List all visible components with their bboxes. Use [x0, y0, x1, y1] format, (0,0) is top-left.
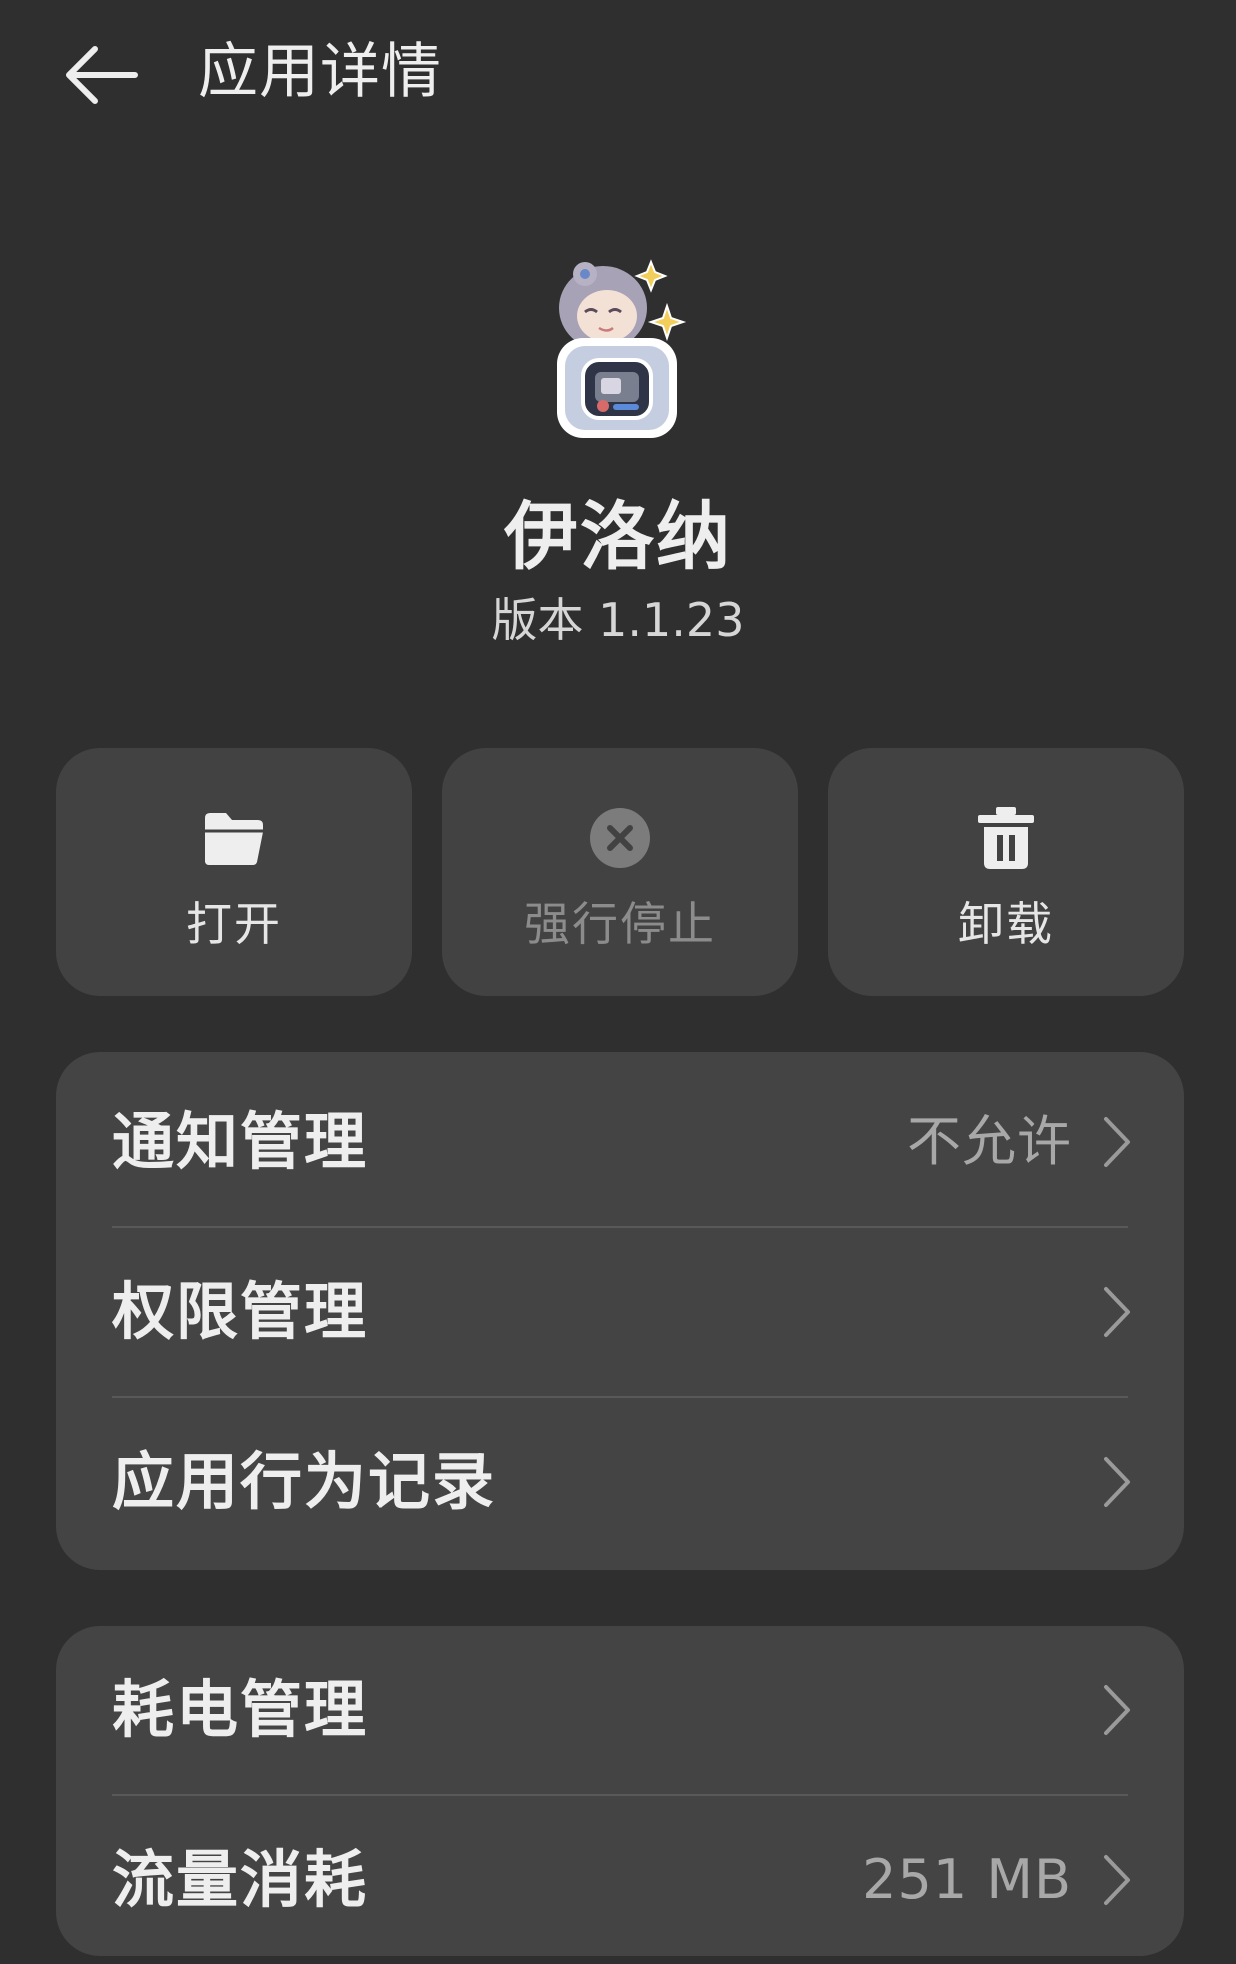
- chevron-right-icon: [1104, 1117, 1130, 1167]
- trash-icon: [966, 798, 1046, 878]
- settings-card-usage: 耗电管理 流量消耗 251 MB: [56, 1626, 1184, 1956]
- folder-open-icon: [194, 798, 274, 878]
- chevron-right-icon: [1104, 1457, 1130, 1507]
- open-button-label: 打开: [186, 897, 282, 951]
- app-icon: [543, 250, 693, 440]
- action-buttons: 打开 强行停止 卸载: [56, 748, 1184, 996]
- app-name: 伊洛纳: [504, 494, 732, 580]
- power-management-row[interactable]: 耗电管理: [56, 1626, 1184, 1794]
- app-version: 版本 1.1.23: [491, 593, 745, 647]
- back-button[interactable]: [52, 30, 148, 120]
- page-title: 应用详情: [198, 37, 442, 107]
- chevron-right-icon: [1104, 1685, 1130, 1735]
- row-value: 251 MB: [862, 1848, 1072, 1911]
- back-arrow-icon: [66, 46, 138, 104]
- top-app-bar: 应用详情: [0, 0, 1236, 150]
- force-stop-button-label: 强行停止: [524, 897, 716, 951]
- chevron-right-icon: [1104, 1287, 1130, 1337]
- settings-card-permissions: 通知管理 不允许 权限管理 应用行为记录: [56, 1052, 1184, 1570]
- uninstall-button-label: 卸载: [958, 897, 1054, 951]
- uninstall-button[interactable]: 卸载: [828, 748, 1184, 996]
- app-header: 伊洛纳 版本 1.1.23: [0, 250, 1236, 648]
- notification-management-row[interactable]: 通知管理 不允许: [56, 1058, 1184, 1226]
- row-label: 流量消耗: [112, 1843, 369, 1916]
- app-behavior-record-row[interactable]: 应用行为记录: [56, 1398, 1184, 1566]
- row-label: 应用行为记录: [112, 1445, 497, 1518]
- close-circle-icon: [580, 798, 660, 878]
- row-value: 不允许: [907, 1110, 1072, 1173]
- data-usage-row[interactable]: 流量消耗 251 MB: [56, 1796, 1184, 1964]
- open-button[interactable]: 打开: [56, 748, 412, 996]
- permission-management-row[interactable]: 权限管理: [56, 1228, 1184, 1396]
- row-label: 通知管理: [112, 1105, 369, 1178]
- row-label: 权限管理: [112, 1275, 369, 1348]
- row-label: 耗电管理: [112, 1673, 369, 1746]
- chevron-right-icon: [1104, 1855, 1130, 1905]
- force-stop-button[interactable]: 强行停止: [442, 748, 798, 996]
